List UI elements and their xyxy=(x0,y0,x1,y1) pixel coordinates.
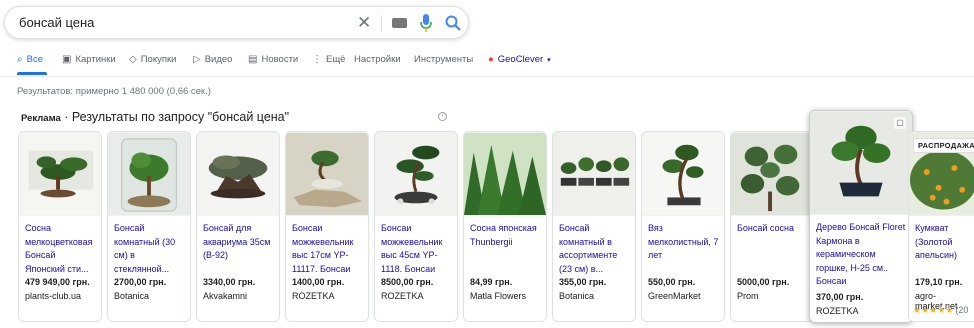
search-icon[interactable] xyxy=(444,14,462,32)
product-seller: Matla Flowers xyxy=(470,291,527,301)
product-price: 3340,00 грн. xyxy=(203,277,256,287)
microphone-icon[interactable] xyxy=(419,13,433,33)
product-price: 2700,00 грн. xyxy=(114,277,167,287)
product-price: 370,00 грн. xyxy=(816,292,864,302)
product-image xyxy=(642,132,724,216)
product-title[interactable]: Дерево Бонсай Floret Кармона в керамичес… xyxy=(816,221,908,289)
product-seller: Botanica xyxy=(114,291,150,301)
product-price: 550,00 грн. xyxy=(648,277,696,287)
product-price: 84,99 грн. xyxy=(470,277,513,287)
product-title[interactable]: Бонсай для аквариума 35см (B-92) xyxy=(203,222,275,263)
product-image xyxy=(197,132,279,216)
product-card[interactable]: Бонсай сосна 5000,00 грн. Prom xyxy=(730,131,814,322)
product-title[interactable]: Бонсаи можжевельник выс 45см YP-1118. Бо… xyxy=(381,222,453,276)
tabs-divider xyxy=(0,76,974,77)
product-card[interactable]: Бонсаи можжевельник выс 17см YP-11117. Б… xyxy=(285,131,369,322)
product-title[interactable]: Бонсай сосна xyxy=(737,222,809,236)
close-icon[interactable]: ▢ xyxy=(894,117,906,129)
product-price: 479 949,00 грн. xyxy=(25,277,90,287)
ad-label: Реклама xyxy=(21,113,61,124)
search-input[interactable]: бонсай цена xyxy=(19,15,94,30)
tab-all[interactable]: ⌕ Все xyxy=(17,54,43,65)
product-seller: Prom xyxy=(737,291,759,301)
pin-icon: ● xyxy=(488,54,494,65)
tab-video[interactable]: ▷ Видео xyxy=(193,54,232,65)
tab-settings[interactable]: Настройки xyxy=(354,54,401,65)
product-title[interactable]: Бонсай комнатный в ассортименте (23 см) … xyxy=(559,222,631,276)
tab-shopping[interactable]: ◇ Покупки xyxy=(129,54,176,65)
result-stats: Результатов: примерно 1 480 000 (0,66 се… xyxy=(17,86,211,97)
product-card[interactable]: Бонсай для аквариума 35см (B-92) 3340,00… xyxy=(196,131,280,322)
clear-icon[interactable]: ✕ xyxy=(357,13,371,33)
product-title[interactable]: Сосна мелкоцветковая Бонсай Японский сти… xyxy=(25,222,97,276)
product-image xyxy=(464,132,546,216)
product-card-hovered[interactable]: ▢ Дерево Бонсай Floret Кармона в керамич… xyxy=(809,110,913,323)
product-image xyxy=(286,132,368,216)
more-vert-icon: ⋮ xyxy=(312,54,322,65)
chevron-down-icon: ▾ xyxy=(547,56,551,64)
search-icon: ⌕ xyxy=(17,54,23,65)
tab-tools[interactable]: Инструменты xyxy=(414,54,473,65)
image-icon: ▣ xyxy=(62,54,72,65)
product-seller: ROZETKA xyxy=(816,306,859,316)
product-price: 179,10 грн. xyxy=(915,277,963,287)
product-image xyxy=(375,132,457,216)
product-card[interactable]: РАСПРОДАЖА Кумкват (Золотой апельсин) 17… xyxy=(908,131,974,322)
product-price: 5000,00 грн. xyxy=(737,277,790,287)
rating-stars: ★★★★★ (20 xyxy=(913,305,969,315)
play-icon: ▷ xyxy=(193,54,201,65)
tab-geoclever[interactable]: ● GeoClever ▾ xyxy=(488,54,551,65)
product-title[interactable]: Сосна японская Thunbergii xyxy=(470,222,542,249)
product-card[interactable]: Бонсай комнатный в ассортименте (23 см) … xyxy=(552,131,636,322)
product-price: 8500,00 грн. xyxy=(381,277,434,287)
info-icon[interactable]: i xyxy=(438,112,447,121)
product-seller: GreenMarket xyxy=(648,291,701,301)
product-seller: Botanica xyxy=(559,291,595,301)
product-title[interactable]: Кумкват (Золотой апельсин) xyxy=(915,222,974,263)
active-tab-indicator xyxy=(17,72,47,75)
keyboard-icon[interactable] xyxy=(392,18,407,28)
product-image xyxy=(108,132,190,216)
product-price: 1400,00 грн. xyxy=(292,277,345,287)
tab-news[interactable]: ▤ Новости xyxy=(248,54,298,65)
product-seller: plants-club.ua xyxy=(25,291,82,301)
news-icon: ▤ xyxy=(248,54,258,65)
product-card[interactable]: Сосна мелкоцветковая Бонсай Японский сти… xyxy=(18,131,102,322)
ads-title: Результаты по запросу "бонсай цена" xyxy=(71,110,290,124)
product-seller: ROZETKA xyxy=(381,291,424,301)
product-title[interactable]: Бонсаи можжевельник выс 17см YP-11117. Б… xyxy=(292,222,364,276)
search-divider xyxy=(381,15,382,32)
product-seller: Akvakamni xyxy=(203,291,248,301)
product-price: 355,00 грн. xyxy=(559,277,607,287)
product-card[interactable]: Бонсай комнатный (30 см) в стеклянной...… xyxy=(107,131,191,322)
product-title[interactable]: Бонсай комнатный (30 см) в стеклянной... xyxy=(114,222,186,276)
product-seller: ROZETKA xyxy=(292,291,335,301)
product-image xyxy=(553,132,635,216)
sale-badge: РАСПРОДАЖА xyxy=(913,138,974,153)
product-card[interactable]: Бонсаи можжевельник выс 45см YP-1118. Бо… xyxy=(374,131,458,322)
product-card[interactable]: Сосна японская Thunbergii 84,99 грн. Mat… xyxy=(463,131,547,322)
product-card[interactable]: Вяз мелколистный, 7 лет 550,00 грн. Gree… xyxy=(641,131,725,322)
product-image xyxy=(19,132,101,216)
tab-images[interactable]: ▣ Картинки xyxy=(62,54,116,65)
ads-heading: Реклама · Результаты по запросу "бонсай … xyxy=(21,110,290,124)
product-title[interactable]: Вяз мелколистный, 7 лет xyxy=(648,222,720,263)
product-image xyxy=(731,132,813,216)
tag-icon: ◇ xyxy=(129,54,137,65)
tab-more[interactable]: ⋮ Ещё xyxy=(312,54,345,65)
search-box[interactable]: бонсай цена ✕ xyxy=(4,6,469,39)
rating-count: (20 xyxy=(955,305,969,315)
